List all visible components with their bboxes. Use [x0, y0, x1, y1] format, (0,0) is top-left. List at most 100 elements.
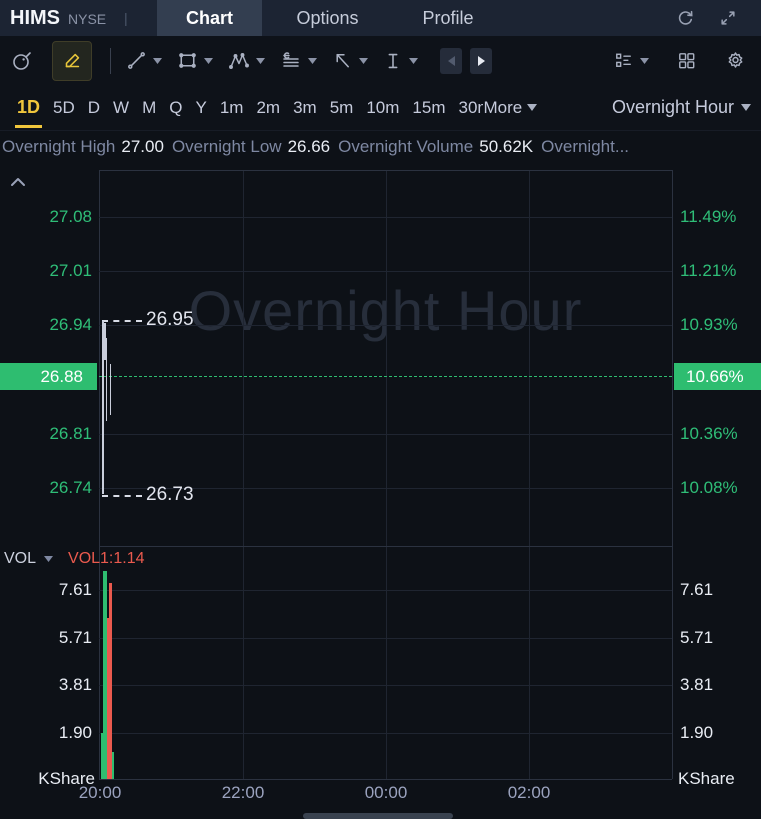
timeframe-3m[interactable]: 3m	[293, 98, 317, 118]
undo-drawing-button[interactable]	[440, 47, 462, 74]
timeframe-1d[interactable]: 1D	[14, 97, 43, 128]
candle-wick	[105, 338, 107, 422]
timeframe-5m[interactable]: 5m	[330, 98, 354, 118]
arrow-tool-icon[interactable]	[331, 49, 368, 72]
volume-axis-label: 1.90	[680, 723, 714, 742]
timeframe-q[interactable]: Q	[169, 98, 182, 118]
timeframe-bar: 1D 5D DWMQY 1m 2m 3m 5m 10m 15m 30m More Overnigh…	[0, 85, 761, 131]
trend-line-icon[interactable]	[125, 49, 162, 72]
timeframe-more-button[interactable]: More	[483, 97, 538, 118]
divider: |	[124, 10, 128, 26]
multi-chart-icon[interactable]	[675, 49, 698, 72]
info-value: 27.00	[121, 137, 164, 156]
vertical-gridline	[529, 170, 530, 779]
plot-border	[99, 170, 100, 779]
text-tool-icon[interactable]	[382, 50, 418, 72]
ticker-symbol: HIMS	[10, 7, 60, 29]
volume-gridline	[99, 590, 672, 591]
redo-drawing-button[interactable]	[470, 47, 492, 74]
collapse-axis-icon[interactable]	[10, 177, 26, 187]
time-axis-label: 20:00	[78, 783, 122, 802]
timeframe-2m[interactable]: 2m	[256, 98, 280, 118]
overnight-stats-bar: Overnight High 27.00 Overnight Low 26.66 Ove…	[0, 130, 761, 164]
screener-gauge-icon[interactable]	[10, 49, 34, 73]
object-list-icon[interactable]	[612, 49, 649, 72]
fullscreen-icon[interactable]	[716, 6, 740, 30]
percent-axis-label: 11.21%	[680, 261, 737, 281]
timeframe-items: 1D 5D DWMQY 1m 2m 3m 5m 10m 15m 30m	[0, 97, 483, 128]
info-label: Overnight High	[2, 137, 116, 156]
volume-gridline	[99, 733, 672, 734]
info-label: Overnight...	[541, 137, 630, 156]
interval-selector[interactable]: Overnight Hour	[612, 97, 751, 118]
chevron-down-icon	[44, 556, 54, 562]
timeframe-y[interactable]: Y	[195, 98, 206, 118]
timeframe-15m[interactable]: 15m	[412, 98, 445, 118]
vertical-gridline	[386, 170, 387, 779]
pane-border	[99, 170, 672, 171]
price-annotation-label: 26.95	[146, 309, 194, 330]
volume-axis-label: 7.61	[58, 580, 92, 599]
chart-scrollbar-thumb[interactable]	[303, 813, 453, 819]
volume-gridline	[99, 638, 672, 639]
price-axis-label: 26.81	[49, 423, 92, 443]
price-axis-label: 26.74	[49, 478, 92, 497]
chevron-down-icon	[153, 57, 162, 64]
horizontal-gridline	[99, 217, 672, 218]
chevron-down-icon	[409, 57, 418, 64]
tab-chart[interactable]: Chart	[157, 0, 262, 36]
timeframe-m[interactable]: M	[142, 98, 156, 118]
volume-axis-label: 5.71	[680, 628, 714, 647]
tab-options[interactable]: Options	[262, 0, 393, 36]
tab-profile-label: Profile	[422, 7, 474, 28]
timeframe-1m[interactable]: 1m	[220, 98, 244, 118]
chevron-down-icon	[741, 104, 751, 111]
volume-unit-label: KShare	[678, 769, 735, 788]
volume-axis-label: 5.71	[58, 628, 92, 647]
exchange-label: NYSE	[68, 11, 107, 27]
info-label: Overnight Volume	[338, 137, 474, 156]
vol1-indicator-value[interactable]: VOL1:1.14	[68, 550, 145, 568]
vertical-gridline	[243, 170, 244, 779]
chevron-down-icon	[204, 57, 213, 64]
settings-gear-icon[interactable]	[724, 49, 747, 72]
price-annotation-line	[102, 320, 142, 322]
tab-chart-label: Chart	[185, 7, 233, 28]
chevron-down-icon	[527, 104, 538, 111]
info-label: Overnight Low	[171, 137, 282, 156]
timeframe-d[interactable]: D	[88, 98, 100, 118]
draw-pencil-icon[interactable]	[52, 40, 92, 81]
chevron-down-icon	[256, 57, 265, 64]
chevron-down-icon	[359, 57, 368, 64]
top-bar: HIMS NYSE | Chart Options Profile	[0, 0, 761, 36]
refresh-icon[interactable]	[673, 6, 697, 30]
time-axis-label: 22:00	[221, 783, 265, 802]
volume-bar	[111, 751, 114, 779]
timeframe-w[interactable]: W	[113, 98, 129, 118]
time-axis-label: 00:00	[364, 783, 408, 802]
tab-profile[interactable]: Profile	[393, 0, 503, 36]
last-price-line	[99, 376, 672, 377]
timeframe-5d[interactable]: 5D	[53, 98, 75, 118]
info-value: 50.62K	[479, 137, 534, 156]
candle-wick	[109, 363, 111, 415]
volume-axis-label: 7.61	[680, 580, 714, 599]
trading-app-window: Overnight Hour 27.08 11.49% 27.01 11.21% 26.9…	[0, 0, 761, 819]
rectangle-tool-icon[interactable]	[176, 49, 213, 72]
annotation-lines-icon[interactable]	[279, 49, 317, 73]
more-label: More	[483, 97, 523, 117]
wave-tool-icon[interactable]	[227, 49, 265, 73]
pane-border	[99, 546, 672, 547]
timeframe-30m[interactable]: 30m	[458, 98, 483, 118]
last-price-badge: 26.88	[0, 363, 97, 390]
info-value: 26.66	[287, 137, 331, 156]
time-axis-label: 02:00	[507, 783, 551, 802]
volume-bar	[108, 582, 112, 779]
vol-dropdown[interactable]: VOL	[4, 550, 54, 568]
price-annotation-label: 26.73	[146, 484, 194, 505]
timeframe-10m[interactable]: 10m	[366, 98, 399, 118]
percent-axis-label: 10.08%	[680, 478, 738, 497]
interval-label: Overnight Hour	[611, 97, 734, 117]
volume-gridline	[99, 685, 672, 686]
percent-axis-label: 11.49%	[680, 207, 737, 226]
